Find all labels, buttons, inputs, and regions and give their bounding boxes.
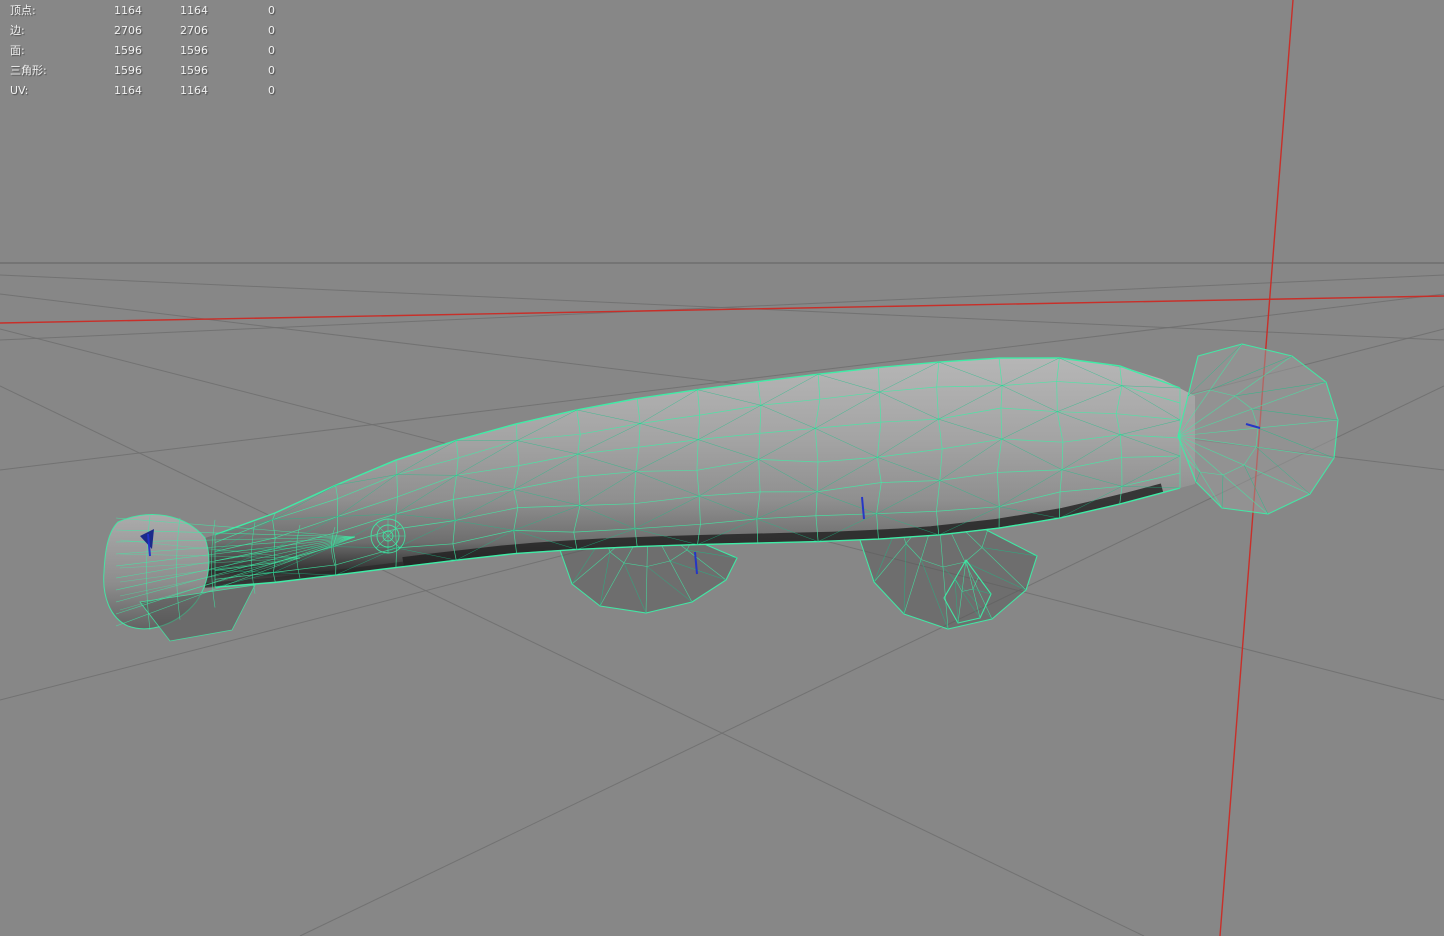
stats-count-selected: 0 xyxy=(268,4,275,17)
stats-label: 三角形: xyxy=(10,64,47,77)
stats-row: 三角形: 1596 1596 0 xyxy=(10,61,275,81)
3d-viewport[interactable]: 顶点: 1164 1164 0 边: 2706 2706 0 面: 1596 1596 0 三角形: 15… xyxy=(0,0,1444,936)
stats-label: 面: xyxy=(10,44,25,57)
stats-count-visible: 1164 xyxy=(180,4,208,17)
stats-row: 面: 1596 1596 0 xyxy=(10,41,275,61)
tail-fin xyxy=(1177,343,1339,515)
fish-wireframe-model[interactable] xyxy=(103,343,1339,642)
stats-count-visible: 2706 xyxy=(180,24,208,37)
stats-count-visible: 1164 xyxy=(180,84,208,97)
stats-label: UV: xyxy=(10,84,29,97)
stats-count-total: 1164 xyxy=(114,4,142,17)
fish-eye xyxy=(370,518,406,554)
stats-count-selected: 0 xyxy=(268,24,275,37)
stats-row: 边: 2706 2706 0 xyxy=(10,21,275,41)
stats-overlay: 顶点: 1164 1164 0 边: 2706 2706 0 面: 1596 1596 0 三角形: 15… xyxy=(10,1,275,101)
stats-count-selected: 0 xyxy=(268,84,275,97)
scene-svg xyxy=(0,0,1444,936)
stats-count-total: 1596 xyxy=(114,44,142,57)
stats-count-visible: 1596 xyxy=(180,64,208,77)
stats-count-total: 1164 xyxy=(114,84,142,97)
stats-count-total: 2706 xyxy=(114,24,142,37)
stats-count-selected: 0 xyxy=(268,44,275,57)
stats-label: 顶点: xyxy=(10,4,36,17)
stats-row: UV: 1164 1164 0 xyxy=(10,81,275,101)
stats-label: 边: xyxy=(10,24,25,37)
stats-row: 顶点: 1164 1164 0 xyxy=(10,1,275,21)
stats-count-total: 1596 xyxy=(114,64,142,77)
stats-count-visible: 1596 xyxy=(180,44,208,57)
stats-count-selected: 0 xyxy=(268,64,275,77)
